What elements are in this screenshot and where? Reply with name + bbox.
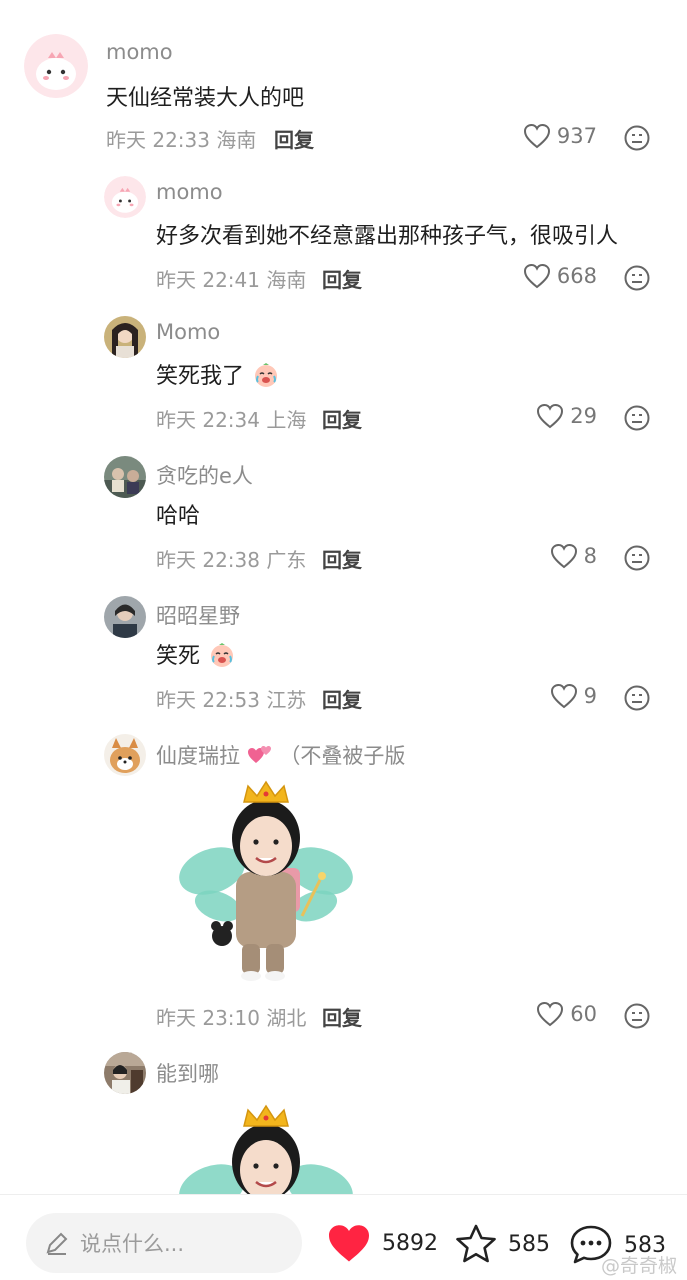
like-count: 60 bbox=[570, 1002, 597, 1026]
crying-laugh-emoji-icon bbox=[255, 363, 278, 387]
star-icon bbox=[456, 1224, 496, 1263]
comment-username[interactable]: momo bbox=[156, 180, 223, 204]
sticker-image[interactable] bbox=[172, 1098, 362, 1194]
crying-laugh-emoji-icon bbox=[211, 643, 234, 667]
two-hearts-emoji-icon bbox=[247, 746, 271, 763]
dislike-icon[interactable] bbox=[623, 264, 651, 292]
username-suffix: （不叠被子版 bbox=[279, 744, 406, 768]
comment-meta: 昨天 22:41 海南 bbox=[156, 264, 306, 293]
comment-time: 昨天 22:53 bbox=[156, 688, 260, 712]
username-text: 仙度瑞拉 bbox=[156, 744, 240, 768]
reply-button[interactable]: 回复 bbox=[322, 684, 362, 713]
comment-username[interactable]: 昭昭星野 bbox=[156, 600, 240, 630]
comment-input-placeholder: 说点什么... bbox=[80, 1232, 185, 1256]
dislike-icon[interactable] bbox=[623, 684, 651, 712]
heart-icon bbox=[537, 403, 564, 429]
like-count: 29 bbox=[570, 404, 597, 428]
star-total: 585 bbox=[508, 1231, 550, 1257]
dislike-icon[interactable] bbox=[623, 1002, 651, 1030]
dislike-icon[interactable] bbox=[623, 124, 651, 152]
comment-username[interactable]: 仙度瑞拉 （不叠被子版 bbox=[156, 740, 405, 770]
comment-time: 昨天 22:38 bbox=[156, 548, 260, 572]
avatar[interactable] bbox=[104, 1052, 146, 1094]
like-button[interactable]: 668 bbox=[523, 263, 597, 289]
avatar[interactable] bbox=[24, 34, 88, 98]
comment-location: 上海 bbox=[266, 408, 307, 432]
heart-icon bbox=[550, 543, 577, 569]
like-button[interactable]: 9 bbox=[550, 683, 597, 709]
reply-button[interactable]: 回复 bbox=[322, 404, 362, 433]
sticker-image[interactable] bbox=[172, 776, 362, 986]
comment-time: 昨天 22:41 bbox=[156, 268, 260, 292]
like-button[interactable]: 8 bbox=[550, 543, 597, 569]
heart-icon bbox=[523, 123, 550, 149]
pencil-icon bbox=[46, 1232, 68, 1255]
comment-location: 江苏 bbox=[266, 688, 307, 712]
comment-time: 昨天 22:34 bbox=[156, 408, 260, 432]
comment-time: 昨天 23:10 bbox=[156, 1006, 260, 1030]
heart-filled-icon bbox=[329, 1225, 369, 1262]
comment-username[interactable]: 能到哪 bbox=[156, 1058, 219, 1088]
like-count: 8 bbox=[583, 544, 597, 568]
watermark: @奇奇椒 bbox=[600, 1255, 677, 1277]
comment-text: 好多次看到她不经意露出那种孩子气，很吸引人 bbox=[156, 224, 619, 249]
like-count: 937 bbox=[556, 124, 597, 148]
heart-icon bbox=[523, 263, 550, 289]
comment-username[interactable]: 贪吃的e人 bbox=[156, 460, 253, 490]
heart-icon bbox=[537, 1001, 564, 1027]
comment-text: 笑死 bbox=[156, 638, 235, 670]
comment-time: 昨天 22:33 bbox=[106, 128, 210, 152]
bottom-action-bar: 说点什么... 5892 585 583 @奇奇椒 bbox=[0, 1194, 687, 1280]
avatar[interactable] bbox=[104, 456, 146, 498]
comment-location: 海南 bbox=[216, 128, 257, 152]
comment-meta: 昨天 22:53 江苏 bbox=[156, 684, 306, 713]
avatar[interactable] bbox=[104, 596, 146, 638]
comment-meta: 昨天 23:10 湖北 bbox=[156, 1002, 306, 1031]
avatar[interactable] bbox=[104, 176, 146, 218]
reply-button[interactable]: 回复 bbox=[322, 264, 362, 293]
comment-username[interactable]: Momo bbox=[156, 320, 220, 344]
comment-location: 湖北 bbox=[266, 1006, 307, 1030]
like-total: 5892 bbox=[382, 1230, 438, 1256]
avatar[interactable] bbox=[104, 316, 146, 358]
comment-meta: 昨天 22:33 海南 bbox=[106, 124, 256, 153]
comment-location: 广东 bbox=[266, 548, 307, 572]
comment-meta: 昨天 22:38 广东 bbox=[156, 544, 306, 573]
comment-text: 笑死我了 bbox=[156, 358, 279, 390]
reply-button[interactable]: 回复 bbox=[274, 124, 314, 153]
comment-text: 天仙经常装大人的吧 bbox=[106, 86, 305, 111]
like-button[interactable]: 60 bbox=[536, 1001, 597, 1027]
avatar[interactable] bbox=[104, 734, 146, 776]
like-count: 668 bbox=[556, 264, 597, 288]
dislike-icon[interactable] bbox=[623, 544, 651, 572]
dislike-icon[interactable] bbox=[623, 404, 651, 432]
comment-location: 海南 bbox=[266, 268, 307, 292]
comment-meta: 昨天 22:34 上海 bbox=[156, 404, 306, 433]
comment-text: 哈哈 bbox=[156, 504, 201, 529]
reply-button[interactable]: 回复 bbox=[322, 1002, 362, 1031]
like-button[interactable]: 29 bbox=[536, 403, 597, 429]
comment-text-body: 笑死 bbox=[156, 644, 201, 669]
reply-button[interactable]: 回复 bbox=[322, 544, 362, 573]
comment-username[interactable]: momo bbox=[106, 40, 173, 64]
comment-text-body: 笑死我了 bbox=[156, 364, 245, 389]
like-button[interactable]: 937 bbox=[523, 123, 597, 149]
like-stat-button[interactable]: 5892 bbox=[326, 1223, 438, 1263]
like-count: 9 bbox=[583, 684, 597, 708]
heart-icon bbox=[550, 683, 577, 709]
comment-input[interactable]: 说点什么... bbox=[26, 1213, 302, 1273]
star-stat-button[interactable]: 585 bbox=[454, 1223, 550, 1265]
